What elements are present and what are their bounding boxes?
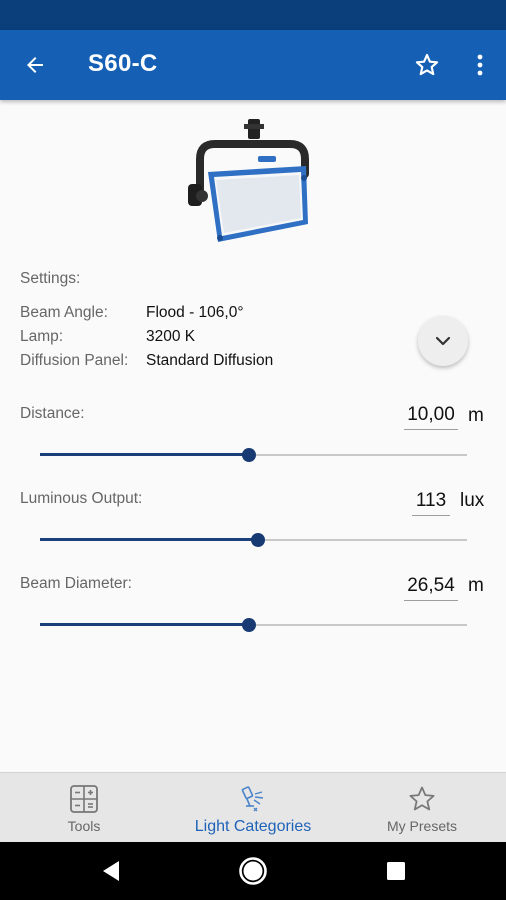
nav-label: My Presets xyxy=(386,818,457,834)
page-title: S60-C xyxy=(88,50,158,77)
slider-thumb[interactable] xyxy=(242,448,257,462)
nav-item-light-categories[interactable]: Light Categories xyxy=(168,773,338,843)
setting-value: 3200 K xyxy=(146,328,196,345)
slider-thumb[interactable] xyxy=(250,533,265,547)
calculator-icon xyxy=(70,785,98,813)
luminous-output-unit: lux xyxy=(460,490,485,511)
back-arrow-icon xyxy=(27,57,43,73)
beam-diameter-input[interactable]: 26,54 xyxy=(404,575,458,601)
setting-label: Beam Angle: xyxy=(20,304,108,321)
distance-slider[interactable] xyxy=(40,445,467,465)
nav-label: Light Categories xyxy=(194,818,312,835)
beam-diameter-slider[interactable] xyxy=(40,615,467,635)
distance-input[interactable]: 10,00 xyxy=(404,404,458,430)
beam-diameter-unit: m xyxy=(468,575,484,596)
setting-value: Flood - 106,0° xyxy=(146,304,244,321)
system-recents-button[interactable] xyxy=(377,852,415,890)
slider-thumb[interactable] xyxy=(242,618,257,632)
nav-label: Tools xyxy=(67,818,101,834)
recents-square-icon xyxy=(387,862,405,880)
star-outline-icon xyxy=(409,786,435,811)
bottom-navigation: Tools Light Categories My Presets xyxy=(0,772,506,842)
home-circle-icon xyxy=(239,857,267,885)
nav-item-tools[interactable]: Tools xyxy=(0,773,168,843)
distance-label: Distance: xyxy=(20,405,85,422)
back-button[interactable] xyxy=(14,44,56,86)
chevron-down-icon xyxy=(435,336,451,346)
overflow-menu-button[interactable] xyxy=(460,44,500,86)
beam-diameter-label: Beam Diameter: xyxy=(20,575,132,592)
app-bar: S60-C xyxy=(0,30,506,100)
luminous-output-input[interactable]: 113 xyxy=(412,490,450,516)
star-outline-icon xyxy=(415,53,439,76)
nav-item-my-presets[interactable]: My Presets xyxy=(338,773,506,843)
settings-heading: Settings: xyxy=(20,270,81,287)
spotlight-icon xyxy=(241,786,264,812)
more-vertical-icon xyxy=(477,54,483,76)
system-navigation-bar xyxy=(0,842,506,900)
setting-label: Diffusion Panel: xyxy=(20,352,129,369)
system-back-button[interactable] xyxy=(92,852,130,890)
system-home-button[interactable] xyxy=(234,852,272,890)
softlight-panel-image xyxy=(188,119,309,242)
luminous-output-label: Luminous Output: xyxy=(20,490,143,507)
slider-fill xyxy=(40,623,250,626)
expand-settings-button[interactable] xyxy=(418,316,468,366)
setting-label: Lamp: xyxy=(20,328,64,345)
favorite-button[interactable] xyxy=(406,44,448,86)
luminous-output-slider[interactable] xyxy=(40,530,467,550)
slider-fill xyxy=(40,538,258,541)
setting-value: Standard Diffusion xyxy=(146,352,274,369)
distance-unit: m xyxy=(468,405,484,426)
status-bar xyxy=(0,0,506,30)
slider-fill xyxy=(40,453,250,456)
back-triangle-icon xyxy=(103,861,119,881)
